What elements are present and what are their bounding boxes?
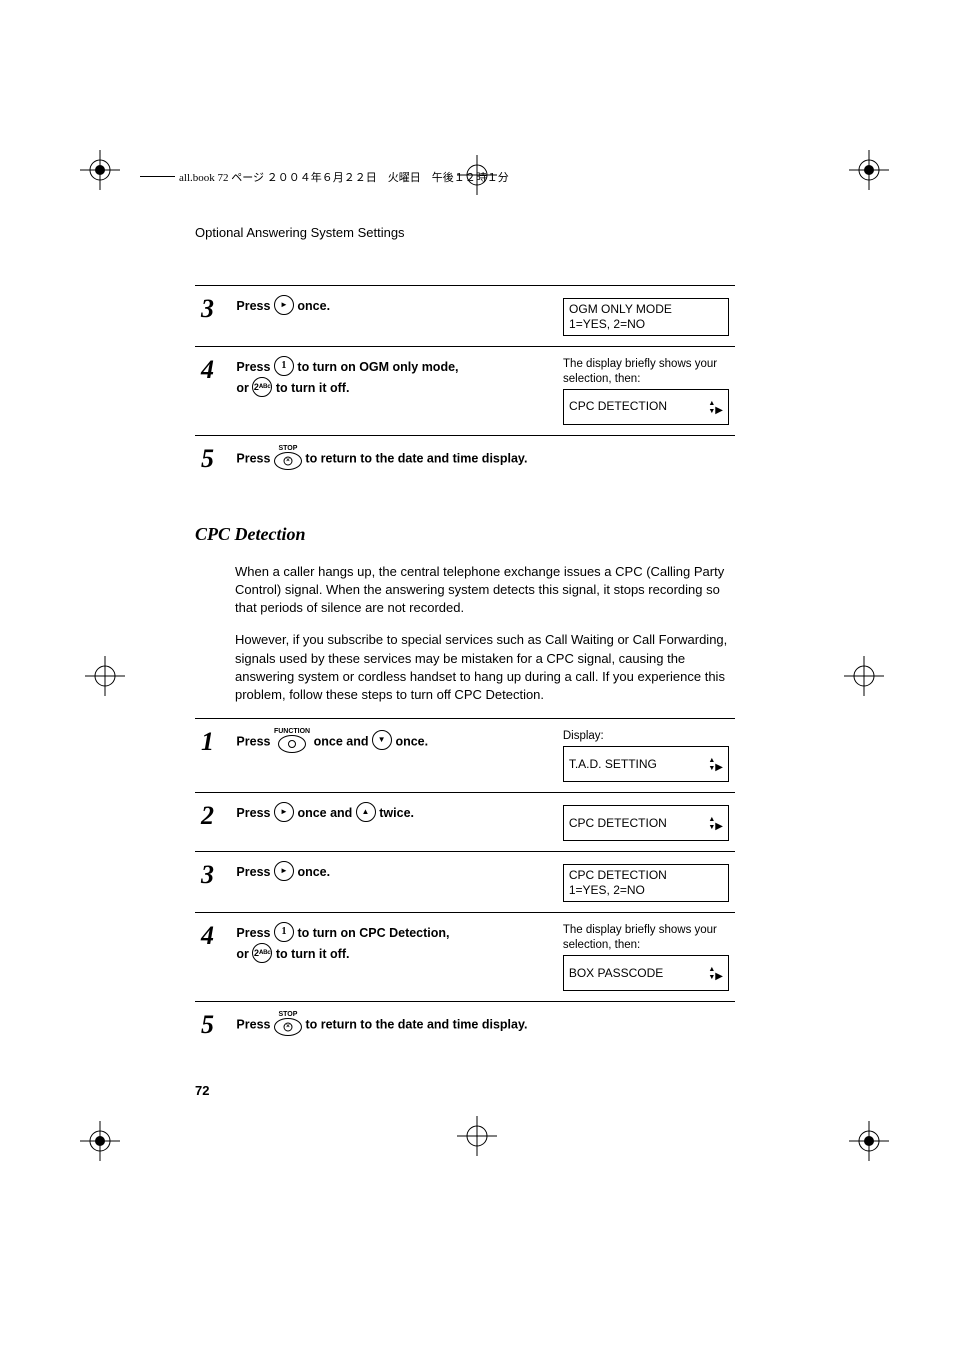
nav-arrows-icon: ▲▼▶ bbox=[708, 399, 723, 415]
right-arrow-key-icon bbox=[274, 295, 294, 315]
display-label: Display: bbox=[563, 729, 729, 744]
lcd-display: T.A.D. SETTING ▲▼▶ bbox=[563, 746, 729, 782]
keypad-2-icon: 2ᴬᴮᶜ bbox=[252, 943, 272, 963]
step-text: Press FUNCTION once and once. bbox=[230, 719, 556, 793]
down-arrow-key-icon bbox=[372, 730, 392, 750]
step-number: 2 bbox=[195, 793, 230, 852]
nav-arrows-icon: ▲▼▶ bbox=[708, 815, 723, 831]
step-number: 4 bbox=[195, 913, 230, 1002]
step-number: 3 bbox=[195, 852, 230, 913]
lcd-display: CPC DETECTION ▲▼▶ bbox=[563, 389, 729, 425]
display-note: The display briefly shows your selection… bbox=[563, 357, 729, 387]
reg-mark-icon bbox=[85, 656, 125, 696]
lcd-display: CPC DETECTION ▲▼▶ bbox=[563, 805, 729, 841]
step-text: Press STOP to return to the date and tim… bbox=[230, 435, 735, 482]
right-arrow-key-icon bbox=[274, 802, 294, 822]
keypad-1-icon: 1 bbox=[274, 922, 294, 942]
header-text: all.book 72 ページ ２００４年６月２２日 火曜日 午後１２時１分 bbox=[179, 169, 509, 185]
step-number: 3 bbox=[195, 286, 230, 347]
body-paragraph: However, if you subscribe to special ser… bbox=[235, 631, 735, 704]
keypad-1-icon: 1 bbox=[274, 356, 294, 376]
keypad-2-icon: 2ᴬᴮᶜ bbox=[252, 377, 272, 397]
reg-mark-icon bbox=[849, 150, 889, 190]
nav-arrows-icon: ▲▼▶ bbox=[708, 756, 723, 772]
steps-cpc: 1 Press FUNCTION once and once. Display:… bbox=[195, 718, 735, 1048]
display-note: The display briefly shows your selection… bbox=[563, 923, 729, 953]
reg-mark-icon bbox=[457, 1116, 497, 1156]
body-paragraph: When a caller hangs up, the central tele… bbox=[235, 563, 735, 618]
up-arrow-key-icon bbox=[356, 802, 376, 822]
stop-key-icon: STOP bbox=[274, 1011, 302, 1037]
lcd-display: CPC DETECTION 1=YES, 2=NO bbox=[563, 864, 729, 902]
right-arrow-key-icon bbox=[274, 861, 294, 881]
step-number: 5 bbox=[195, 1002, 230, 1049]
lcd-display: BOX PASSCODE ▲▼▶ bbox=[563, 955, 729, 991]
step-text: Press once. bbox=[230, 852, 556, 913]
step-text: Press 1 to turn on OGM only mode, or 2ᴬᴮ… bbox=[230, 347, 557, 436]
step-text: Press 1 to turn on CPC Detection, or 2ᴬᴮ… bbox=[230, 913, 556, 1002]
steps-ogm: 3 Press once. OGM ONLY MODE 1=YES, 2=NO … bbox=[195, 285, 735, 482]
running-head: Optional Answering System Settings bbox=[195, 225, 735, 240]
page-header: all.book 72 ページ ２００４年６月２２日 火曜日 午後１２時１分 bbox=[140, 170, 829, 184]
reg-mark-icon bbox=[80, 1121, 120, 1161]
step-text: Press STOP to return to the date and tim… bbox=[230, 1002, 735, 1049]
step-number: 1 bbox=[195, 719, 230, 793]
section-title: CPC Detection bbox=[195, 524, 735, 545]
page-number: 72 bbox=[195, 1083, 209, 1098]
function-key-icon: FUNCTION bbox=[274, 728, 310, 754]
reg-mark-icon bbox=[849, 1121, 889, 1161]
step-text: Press once. bbox=[230, 286, 557, 347]
nav-arrows-icon: ▲▼▶ bbox=[708, 965, 723, 981]
reg-mark-icon bbox=[844, 656, 884, 696]
stop-key-icon: STOP bbox=[274, 445, 302, 471]
reg-mark-icon bbox=[80, 150, 120, 190]
step-text: Press once and twice. bbox=[230, 793, 556, 852]
step-number: 4 bbox=[195, 347, 230, 436]
lcd-display: OGM ONLY MODE 1=YES, 2=NO bbox=[563, 298, 729, 336]
step-number: 5 bbox=[195, 435, 230, 482]
